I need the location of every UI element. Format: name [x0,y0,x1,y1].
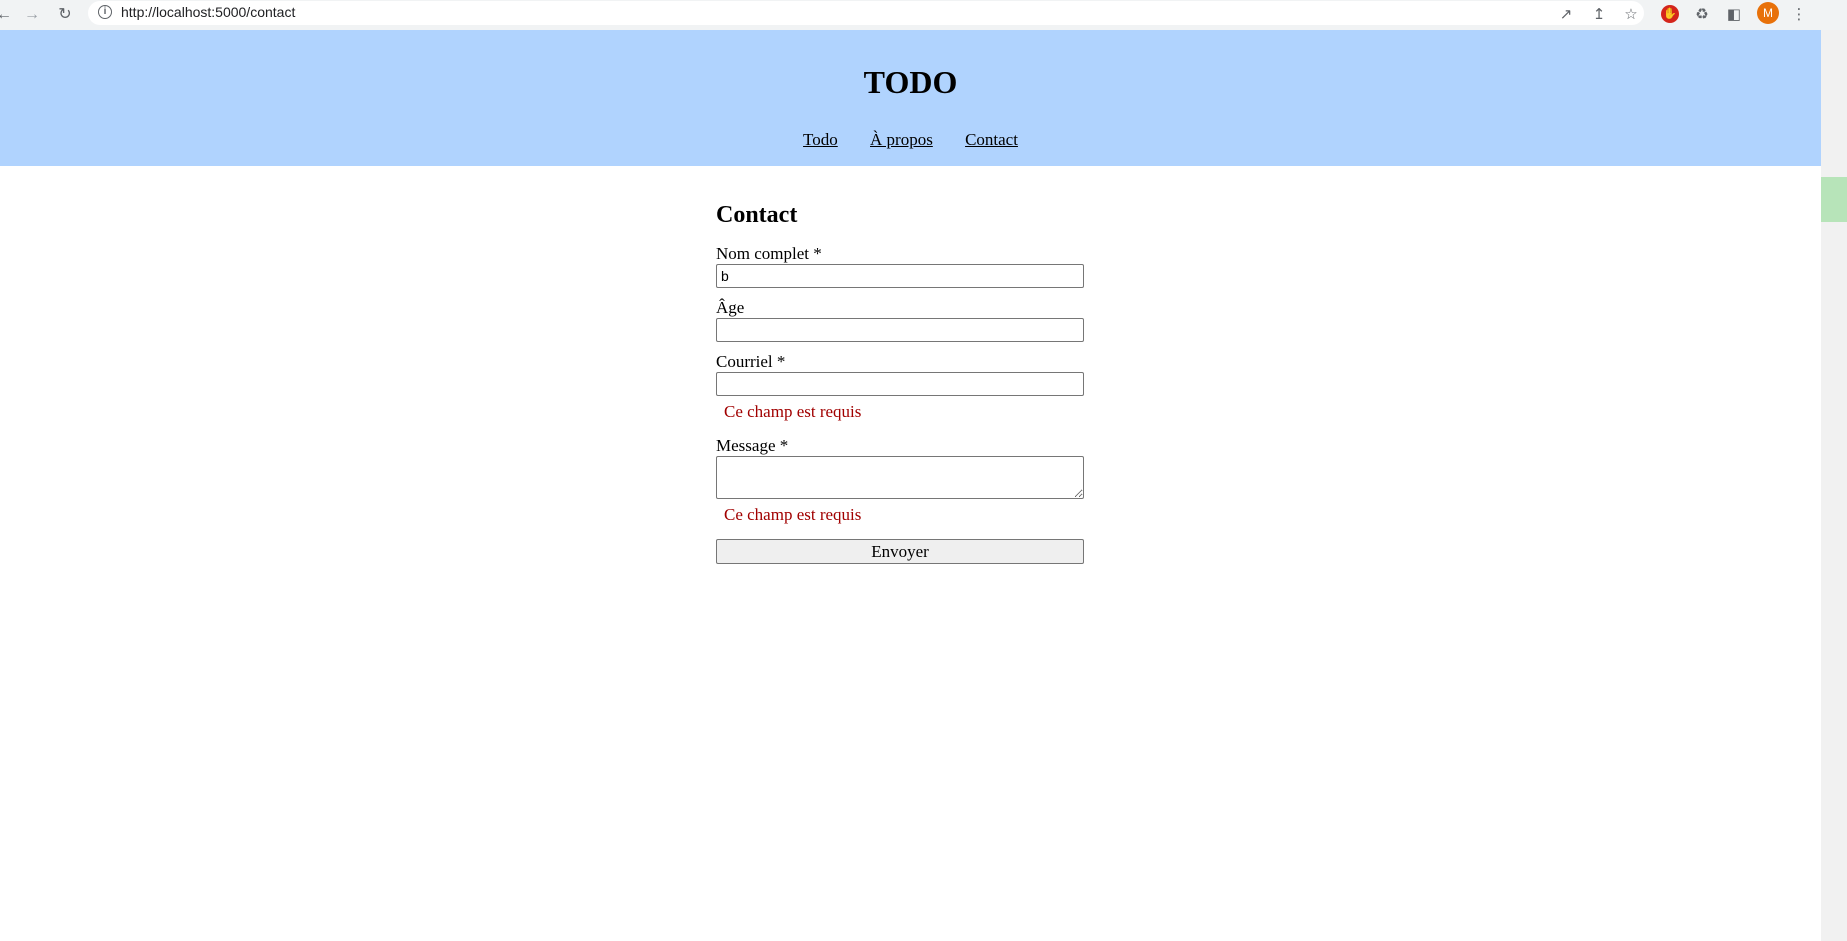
email-group: Courriel * Ce champ est requis [716,352,1084,422]
profile-avatar[interactable]: M [1757,2,1779,24]
message-error-message: Ce champ est requis [724,505,862,524]
site-title: TODO [863,64,958,100]
share-icon[interactable]: ↥ [1587,3,1611,27]
browser-toolbar: ← → ↻ i http://localhost:5000/contact ↗ … [0,0,1847,30]
email-input[interactable] [716,372,1084,396]
main-nav: Todo À propos Contact [0,130,1821,150]
extension-adblock-icon[interactable]: ✋ [1661,5,1679,23]
age-input[interactable] [716,318,1084,342]
message-textarea[interactable] [716,456,1084,499]
fullname-label: Nom complet * [716,244,822,263]
nav-link-contact[interactable]: Contact [965,130,1018,149]
fullname-group: Nom complet * [716,244,1084,288]
menu-kebab-icon[interactable]: ⋮ [1787,3,1811,27]
fullname-input[interactable] [716,264,1084,288]
contact-form: Contact Nom complet * Âge Courriel * Ce … [716,200,1084,564]
message-label: Message * [716,436,789,455]
info-icon[interactable]: i [98,5,112,19]
email-error-message: Ce champ est requis [724,402,862,421]
reload-icon[interactable]: ↻ [53,3,77,27]
nav-link-about[interactable]: À propos [870,130,933,149]
extensions-puzzle-icon[interactable]: ♻ [1690,3,1714,27]
url-text[interactable]: http://localhost:5000/contact [121,4,295,20]
site-header: TODO Todo À propos Contact [0,30,1821,166]
age-label: Âge [716,298,745,317]
page-title: Contact [716,202,798,228]
message-group: Message * Ce champ est requis [716,436,1084,525]
submit-button[interactable]: Envoyer [716,539,1084,564]
side-panel-icon[interactable]: ◧ [1722,3,1746,27]
open-external-icon[interactable]: ↗ [1554,3,1578,27]
forward-icon[interactable]: → [20,3,44,27]
scrollbar-thumb[interactable] [1821,177,1847,222]
address-bar[interactable]: i http://localhost:5000/contact [88,1,1644,25]
email-label: Courriel * [716,352,786,371]
age-group: Âge [716,298,1084,342]
back-icon[interactable]: ← [0,3,16,27]
scrollbar-track[interactable] [1821,30,1847,941]
nav-link-todo[interactable]: Todo [803,130,838,149]
star-icon[interactable]: ☆ [1619,3,1643,27]
